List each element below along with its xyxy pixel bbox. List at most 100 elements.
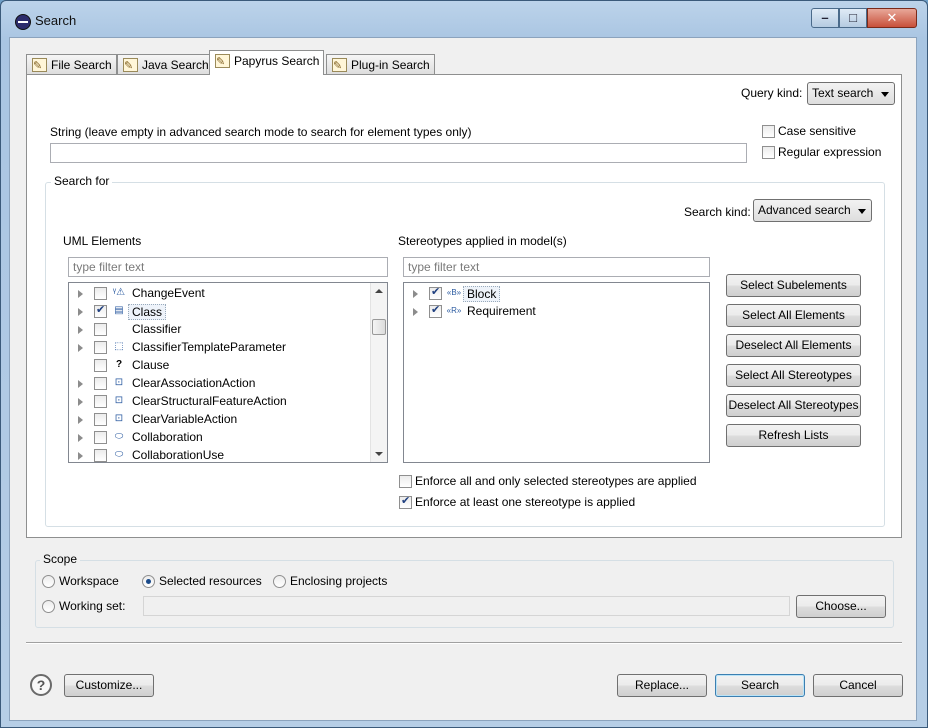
working-set-input[interactable] (143, 596, 790, 616)
expand-arrow-icon[interactable] (78, 290, 83, 298)
tree-item-checkbox[interactable] (94, 395, 107, 408)
tab-papyrus-search[interactable]: ✎ Papyrus Search (209, 50, 325, 75)
tree-item-classifier[interactable]: Classifier (69, 321, 369, 339)
tree-item-collaboration[interactable]: ⬭ Collaboration (69, 429, 369, 447)
enforce-all-checkbox[interactable] (399, 475, 412, 488)
expand-arrow-icon[interactable] (78, 416, 83, 424)
regex-label: Regular expression (778, 145, 882, 159)
expand-arrow-icon[interactable] (78, 452, 83, 460)
replace-button[interactable]: Replace... (617, 674, 707, 697)
scroll-up-icon[interactable] (375, 289, 383, 293)
uml-filter-input[interactable]: type filter text (68, 257, 388, 277)
search-kind-select[interactable]: Advanced search (753, 199, 872, 222)
uml-tree-scrollbar[interactable] (370, 283, 387, 462)
uml-elements-tree[interactable]: ᵞ⚠ ChangeEvent ▤ Class Classifier (68, 282, 388, 463)
select-subelements-button[interactable]: Select Subelements (726, 274, 861, 297)
tree-item-label: ClearStructuralFeatureAction (132, 394, 287, 408)
tree-item-checkbox[interactable] (94, 449, 107, 462)
expand-arrow-icon[interactable] (78, 398, 83, 406)
tree-item-class[interactable]: ▤ Class (69, 303, 369, 321)
tree-item-checkbox[interactable] (94, 303, 107, 318)
tree-item-clearassociationaction[interactable]: ⊡ ClearAssociationAction (69, 375, 369, 393)
maximize-button[interactable]: □ (839, 8, 867, 28)
tree-item-label: ClearVariableAction (132, 412, 238, 426)
expand-arrow-icon[interactable] (78, 380, 83, 388)
tree-item-checkbox[interactable] (94, 341, 107, 354)
tree-item-checkbox[interactable] (94, 431, 107, 444)
tree-item-checkbox[interactable] (94, 287, 107, 300)
scope-working-set-radio[interactable] (42, 600, 55, 613)
tree-item-requirement[interactable]: «R» Requirement (404, 303, 704, 321)
case-sensitive-label: Case sensitive (778, 124, 857, 138)
search-string-input[interactable] (50, 143, 747, 163)
expand-arrow-icon[interactable] (413, 290, 418, 298)
tree-item-changeevent[interactable]: ᵞ⚠ ChangeEvent (69, 285, 369, 303)
tree-item-label: ChangeEvent (132, 286, 205, 300)
close-button[interactable]: ✕ (867, 8, 917, 28)
scope-selected-resources-radio[interactable] (142, 575, 155, 588)
tree-item-clearstructuralfeatureaction[interactable]: ⊡ ClearStructuralFeatureAction (69, 393, 369, 411)
tree-item-block[interactable]: «B» Block (404, 285, 704, 303)
expand-arrow-icon[interactable] (78, 434, 83, 442)
tab-label: Papyrus Search (234, 54, 320, 68)
template-parameter-icon: ⬚ (114, 341, 124, 352)
tree-item-classifiertemplateparameter[interactable]: ⬚ ClassifierTemplateParameter (69, 339, 369, 357)
block-stereotype-icon: «B» (446, 288, 462, 297)
tree-item-checkbox[interactable] (94, 377, 107, 390)
tab-file-search[interactable]: ✎ File Search (26, 54, 117, 75)
expand-arrow-icon[interactable] (78, 326, 83, 334)
query-kind-select[interactable]: Text search (807, 82, 895, 105)
scope-title: Scope (40, 552, 81, 566)
help-icon[interactable]: ? (30, 674, 52, 696)
minimize-button[interactable]: – (811, 8, 839, 28)
query-kind-value: Text search (812, 86, 874, 100)
deselect-all-elements-button[interactable]: Deselect All Elements (726, 334, 861, 357)
scope-enclosing-projects-label: Enclosing projects (290, 574, 388, 588)
string-label: String (leave empty in advanced search m… (50, 125, 472, 139)
tree-item-checkbox[interactable] (94, 413, 107, 426)
tab-java-search[interactable]: ✎ Java Search (117, 54, 214, 75)
refresh-lists-button[interactable]: Refresh Lists (726, 424, 861, 447)
case-sensitive-checkbox[interactable] (762, 125, 775, 138)
tree-item-checkbox[interactable] (94, 323, 107, 336)
footer-separator (26, 642, 902, 644)
tree-item-collaborationuse[interactable]: ⬭ CollaborationUse (69, 447, 369, 462)
title-bar[interactable]: Search – □ ✕ (1, 1, 927, 37)
uml-elements-label: UML Elements (63, 234, 142, 248)
uml-filter-placeholder: type filter text (73, 260, 145, 274)
customize-button[interactable]: Customize... (64, 674, 154, 697)
tree-item-checkbox[interactable] (429, 303, 442, 318)
expand-arrow-icon[interactable] (413, 308, 418, 316)
regex-checkbox[interactable] (762, 146, 775, 159)
clear-structural-feature-action-icon: ⊡ (114, 395, 124, 406)
tree-item-clearvariableaction[interactable]: ⊡ ClearVariableAction (69, 411, 369, 429)
scope-workspace-radio[interactable] (42, 575, 55, 588)
papyrus-search-panel: Query kind: Text search String (leave em… (26, 74, 902, 538)
scroll-down-icon[interactable] (375, 452, 383, 456)
dialog-client-area: ✎ File Search ✎ Java Search ✎ Papyrus Se… (9, 37, 917, 721)
stereotypes-tree[interactable]: «B» Block «R» Requirement (403, 282, 710, 463)
chevron-down-icon (858, 209, 866, 214)
expand-arrow-icon[interactable] (78, 308, 83, 316)
tree-item-label: Block (463, 286, 501, 302)
tree-item-checkbox[interactable] (94, 359, 107, 372)
select-all-elements-button[interactable]: Select All Elements (726, 304, 861, 327)
requirement-stereotype-icon: «R» (446, 306, 462, 315)
tab-label: Java Search (142, 58, 209, 72)
choose-button[interactable]: Choose... (796, 595, 886, 618)
stereotype-filter-input[interactable]: type filter text (403, 257, 710, 277)
select-all-stereotypes-button[interactable]: Select All Stereotypes (726, 364, 861, 387)
tab-plugin-search[interactable]: ✎ Plug-in Search (326, 54, 435, 75)
tree-item-label: Requirement (467, 304, 536, 318)
scope-enclosing-projects-radio[interactable] (273, 575, 286, 588)
scrollbar-thumb[interactable] (372, 319, 386, 335)
tree-item-clause[interactable]: ? Clause (69, 357, 369, 375)
enforce-one-checkbox[interactable] (399, 494, 412, 509)
expand-arrow-icon[interactable] (78, 344, 83, 352)
collaboration-icon: ⬭ (114, 431, 124, 442)
tree-item-label: Class (128, 304, 167, 320)
tree-item-checkbox[interactable] (429, 285, 442, 300)
search-button[interactable]: Search (715, 674, 805, 697)
deselect-all-stereotypes-button[interactable]: Deselect All Stereotypes (726, 394, 861, 417)
cancel-button[interactable]: Cancel (813, 674, 903, 697)
